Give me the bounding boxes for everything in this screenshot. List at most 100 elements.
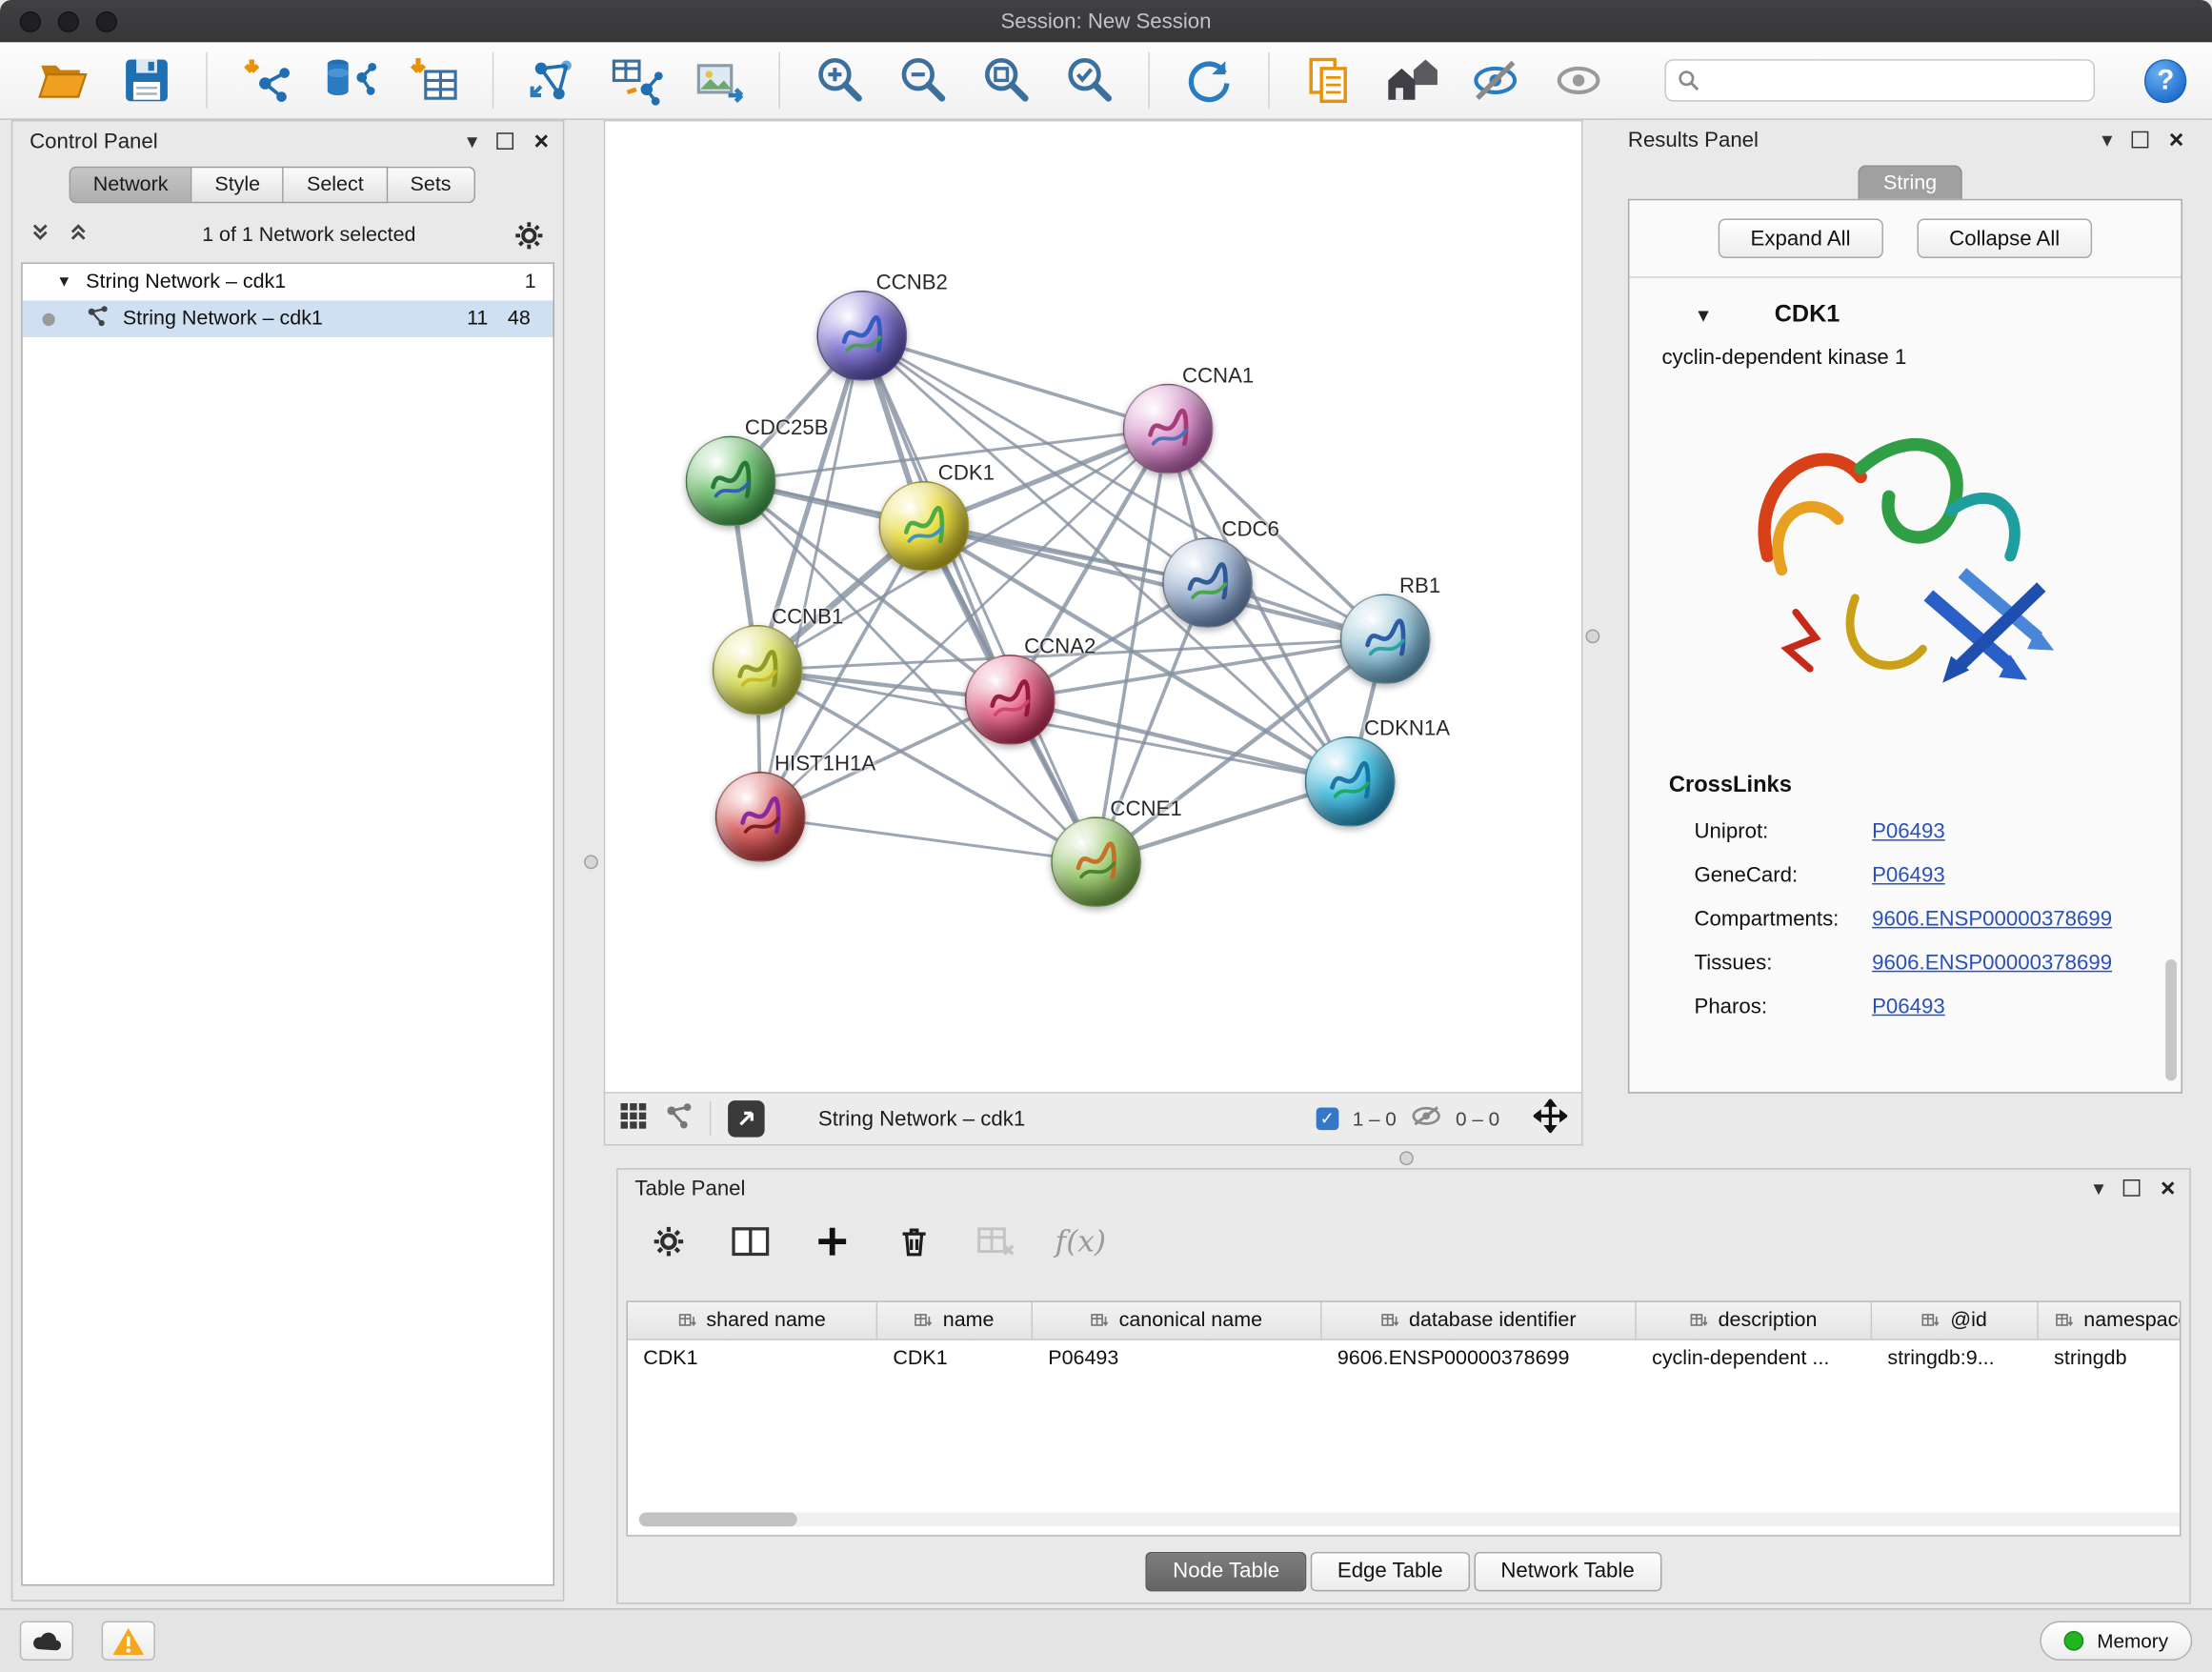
selected-checkbox[interactable]: ✓ <box>1316 1107 1338 1130</box>
right-splitter-handle[interactable] <box>1585 629 1599 643</box>
network-edge[interactable] <box>760 335 862 816</box>
close-window-button[interactable] <box>20 10 41 31</box>
warnings-button[interactable] <box>102 1622 155 1661</box>
network-node-cdc25b[interactable] <box>686 436 776 527</box>
table-cell[interactable]: stringdb:9... <box>1872 1347 2039 1370</box>
network-edge[interactable] <box>760 816 1096 861</box>
memory-button[interactable]: Memory <box>2041 1622 2192 1661</box>
save-session-button[interactable] <box>120 52 173 109</box>
panel-float-icon[interactable] <box>2132 131 2149 149</box>
hide-selected-button[interactable] <box>1468 52 1521 109</box>
delete-column-button[interactable] <box>892 1219 936 1263</box>
import-network-database-button[interactable] <box>323 52 376 109</box>
crosslink-value[interactable]: 9606.ENSP00000378699 <box>1872 907 2112 931</box>
network-node-ccnb2[interactable] <box>816 291 907 381</box>
column-header-database-identifier[interactable]: database identifier <box>1322 1302 1637 1340</box>
tab-network[interactable]: Network <box>70 167 192 204</box>
apply-layout-button[interactable] <box>1181 52 1235 109</box>
zoom-window-button[interactable] <box>96 10 117 31</box>
panel-float-icon[interactable] <box>497 132 514 150</box>
help-button[interactable]: ? <box>2144 58 2186 102</box>
crosslink-value[interactable]: P06493 <box>1872 863 1945 887</box>
disclosure-triangle-icon[interactable]: ▼ <box>56 273 71 291</box>
show-all-networks-button[interactable] <box>1385 52 1438 109</box>
import-network-file-button[interactable] <box>240 52 293 109</box>
table-cell[interactable]: CDK1 <box>628 1347 877 1370</box>
add-column-button[interactable] <box>810 1219 855 1263</box>
tab-network-table[interactable]: Network Table <box>1474 1552 1661 1591</box>
function-builder-button[interactable]: f(x) <box>1056 1224 1106 1259</box>
network-node-ccnb1[interactable] <box>713 625 803 715</box>
table-cell[interactable]: 9606.ENSP00000378699 <box>1322 1347 1637 1370</box>
panel-close-icon[interactable]: × <box>533 129 549 154</box>
network-node-cdk1[interactable] <box>879 481 970 572</box>
network-node-hist1h1a[interactable] <box>715 772 806 862</box>
network-node-ccna2[interactable] <box>965 655 1056 745</box>
gene-disclosure-icon[interactable]: ▼ <box>1695 304 1713 325</box>
tab-node-table[interactable]: Node Table <box>1146 1552 1306 1591</box>
column-header--id[interactable]: @id <box>1872 1302 2039 1340</box>
tab-select[interactable]: Select <box>284 167 388 204</box>
results-scrollbar[interactable] <box>2165 959 2177 1080</box>
network-canvas[interactable]: CCNB2CCNA1CDC25BCDK1CDC6RB1CCNB1CCNA2CDK… <box>604 120 1583 1094</box>
table-cell[interactable]: cyclin-dependent ... <box>1637 1347 1872 1370</box>
import-table-button[interactable] <box>406 52 459 109</box>
network-node-cdc6[interactable] <box>1162 537 1253 628</box>
table-cell[interactable]: CDK1 <box>877 1347 1033 1370</box>
pan-crosshair-icon[interactable] <box>1534 1098 1568 1139</box>
panel-float-icon[interactable] <box>2123 1179 2141 1197</box>
horizontal-splitter-handle[interactable] <box>1399 1151 1414 1165</box>
minimize-window-button[interactable] <box>58 10 79 31</box>
network-view-icon[interactable] <box>664 1101 693 1137</box>
network-collection-row[interactable]: ▼ String Network – cdk1 1 <box>23 264 553 301</box>
column-header-description[interactable]: description <box>1637 1302 1872 1340</box>
grid-view-icon[interactable] <box>619 1101 648 1137</box>
network-node-rb1[interactable] <box>1340 594 1431 684</box>
export-image-button[interactable] <box>693 52 746 109</box>
show-hidden-button[interactable] <box>1551 52 1604 109</box>
network-edge[interactable] <box>862 335 1168 429</box>
table-row[interactable]: CDK1CDK1P064939606.ENSP00000378699cyclin… <box>628 1340 2180 1378</box>
panel-close-icon[interactable]: × <box>2161 1176 2176 1201</box>
table-options-button[interactable] <box>646 1219 691 1263</box>
search-input[interactable] <box>1708 68 2082 93</box>
expand-all-button[interactable]: Expand All <box>1718 219 1882 258</box>
zoom-fit-button[interactable] <box>978 52 1032 109</box>
show-columns-button[interactable] <box>728 1219 773 1263</box>
network-node-ccne1[interactable] <box>1051 816 1141 907</box>
column-header-namespace[interactable]: namespace <box>2039 1302 2182 1340</box>
zoom-in-button[interactable] <box>813 52 866 109</box>
panel-menu-icon[interactable]: ▾ <box>2094 1178 2104 1199</box>
network-node-cdkn1a[interactable] <box>1305 736 1396 827</box>
panel-menu-icon[interactable]: ▾ <box>2101 129 2112 150</box>
expand-all-icon[interactable] <box>68 221 89 250</box>
clipboard-button[interactable] <box>1301 52 1355 109</box>
search-field[interactable] <box>1664 59 2096 101</box>
network-edge[interactable] <box>862 335 1096 861</box>
detach-view-button[interactable] <box>728 1100 765 1138</box>
column-header-canonical-name[interactable]: canonical name <box>1033 1302 1322 1340</box>
network-from-table-button[interactable] <box>610 52 663 109</box>
left-splitter-handle[interactable] <box>584 855 598 869</box>
collapse-all-button[interactable]: Collapse All <box>1917 219 2092 258</box>
panel-menu-icon[interactable]: ▾ <box>467 131 477 151</box>
collapse-all-icon[interactable] <box>30 221 50 250</box>
tab-string[interactable]: String <box>1858 165 1962 200</box>
first-neighbors-button[interactable] <box>526 52 579 109</box>
column-header-name[interactable]: name <box>877 1302 1033 1340</box>
column-header-shared-name[interactable]: shared name <box>628 1302 877 1340</box>
network-row-selected[interactable]: String Network – cdk1 11 48 <box>23 300 553 337</box>
scrollbar-thumb[interactable] <box>639 1512 797 1526</box>
zoom-out-button[interactable] <box>895 52 949 109</box>
tab-edge-table[interactable]: Edge Table <box>1311 1552 1470 1591</box>
crosslink-value[interactable]: P06493 <box>1872 995 1945 1018</box>
tab-style[interactable]: Style <box>192 167 285 204</box>
table-cell[interactable]: P06493 <box>1033 1347 1322 1370</box>
table-cell[interactable]: stringdb <box>2039 1347 2182 1370</box>
network-node-ccna1[interactable] <box>1123 384 1214 474</box>
network-options-button[interactable] <box>513 219 547 253</box>
crosslink-value[interactable]: 9606.ENSP00000378699 <box>1872 951 2112 975</box>
open-session-button[interactable] <box>37 52 90 109</box>
cloud-status-button[interactable] <box>20 1622 73 1661</box>
crosslink-value[interactable]: P06493 <box>1872 819 1945 843</box>
